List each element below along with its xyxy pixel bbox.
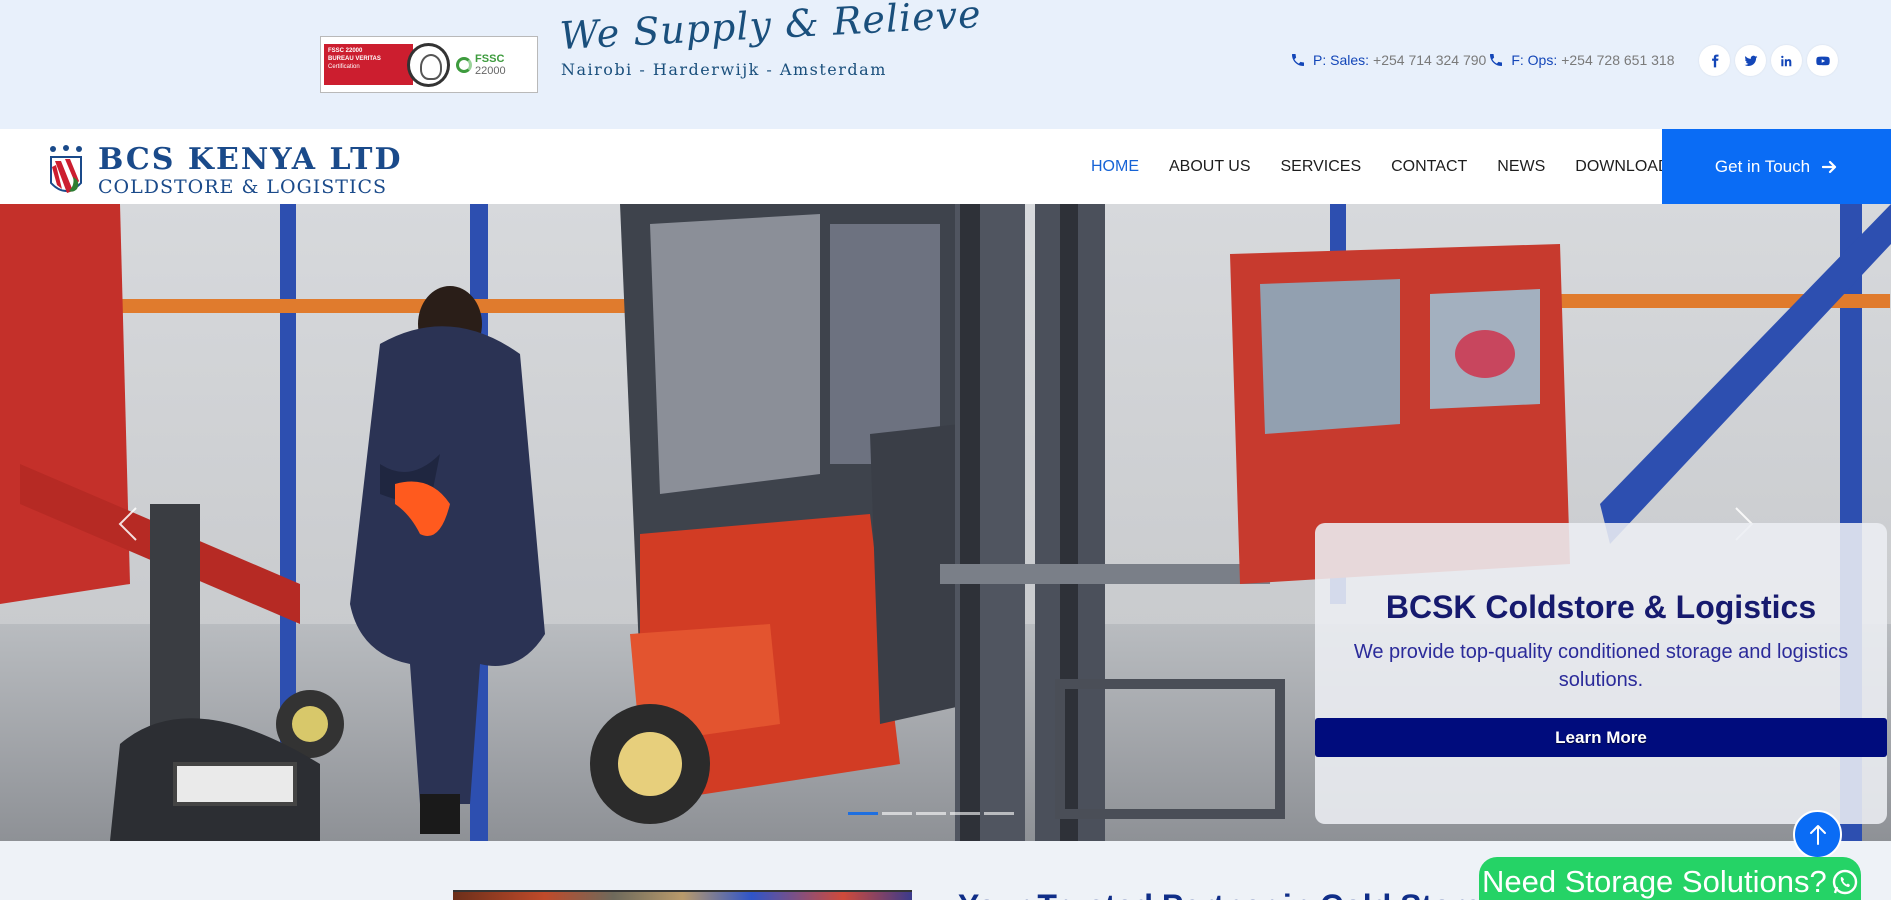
whatsapp-icon: [1832, 869, 1857, 895]
slogan-text: We Supply & Relieve: [558, 0, 983, 59]
nav-contact[interactable]: CONTACT: [1391, 158, 1467, 176]
sales-phone[interactable]: P: Sales: +254 714 324 790: [1290, 52, 1486, 68]
carousel-indicator[interactable]: [848, 812, 878, 815]
linkedin-link[interactable]: [1771, 45, 1802, 76]
main-navbar: BCS KENYA LTD COLDSTORE & LOGISTICS HOME…: [0, 129, 1891, 204]
get-in-touch-button[interactable]: Get in Touch: [1662, 129, 1891, 204]
about-section-image: [453, 890, 912, 900]
carousel-indicator[interactable]: [882, 812, 912, 815]
top-info-bar: FSSC 22000 BUREAU VERITAS Certification …: [0, 0, 1891, 129]
main-menu: HOME ABOUT US SERVICES CONTACT NEWS DOWN…: [1091, 129, 1710, 204]
hero-title: BCSK Coldstore & Logistics: [1385, 589, 1817, 625]
fssc-leaf-icon: [456, 56, 473, 73]
carousel-indicators: [848, 812, 1018, 815]
carousel-indicator[interactable]: [984, 812, 1014, 815]
hero-carousel: BCSK Coldstore & Logistics We provide to…: [0, 204, 1891, 841]
facebook-link[interactable]: [1699, 45, 1730, 76]
twitter-link[interactable]: [1735, 45, 1766, 76]
arrow-up-icon: [1809, 824, 1826, 845]
social-links: [1699, 45, 1843, 76]
logo-company-name: BCS KENYA LTD: [98, 142, 403, 177]
nav-about-us[interactable]: ABOUT US: [1169, 158, 1251, 176]
company-slogan: We Supply & Relieve Nairobi - Harderwijk…: [559, 0, 983, 79]
linkedin-icon: [1780, 55, 1791, 66]
phone-icon: [1490, 54, 1503, 66]
scroll-to-top-button[interactable]: [1793, 810, 1842, 859]
learn-more-button[interactable]: Learn More: [1315, 718, 1887, 757]
youtube-link[interactable]: [1807, 45, 1838, 76]
bcs-logo-icon: [50, 145, 82, 193]
carousel-indicator[interactable]: [916, 812, 946, 815]
phone-icon: [1292, 54, 1304, 66]
fssc-logo: FSSC 22000: [456, 53, 537, 77]
carousel-prev-icon[interactable]: [114, 504, 142, 544]
hero-caption-card: BCSK Coldstore & Logistics We provide to…: [1315, 523, 1887, 824]
whatsapp-chat-button[interactable]: Need Storage Solutions?: [1479, 857, 1861, 900]
logo-tagline: COLDSTORE & LOGISTICS: [98, 176, 388, 198]
twitter-icon: [1744, 55, 1757, 66]
nav-home[interactable]: HOME: [1091, 158, 1139, 176]
bureau-veritas-seal-icon: [406, 42, 451, 87]
bureau-veritas-badge: FSSC 22000 BUREAU VERITAS Certification: [324, 44, 413, 85]
ops-phone[interactable]: F: Ops: +254 728 651 318: [1488, 52, 1675, 68]
certification-badges: FSSC 22000 BUREAU VERITAS Certification …: [320, 36, 538, 93]
carousel-indicator[interactable]: [950, 812, 980, 815]
nav-news[interactable]: NEWS: [1497, 158, 1545, 176]
about-section-heading: Your Trusted Partner in Cold Storage: [958, 886, 1519, 900]
arrow-right-icon: [1822, 160, 1837, 173]
youtube-icon: [1815, 56, 1830, 65]
hero-description: We provide top-quality conditioned stora…: [1353, 641, 1849, 691]
slogan-cities: Nairobi - Harderwijk - Amsterdam: [561, 60, 887, 79]
nav-services[interactable]: SERVICES: [1281, 158, 1362, 176]
contact-numbers: P: Sales: +254 714 324 790 F: Ops: +254 …: [1290, 52, 1675, 68]
site-logo[interactable]: BCS KENYA LTD COLDSTORE & LOGISTICS: [47, 145, 402, 200]
facebook-icon: [1711, 54, 1718, 67]
